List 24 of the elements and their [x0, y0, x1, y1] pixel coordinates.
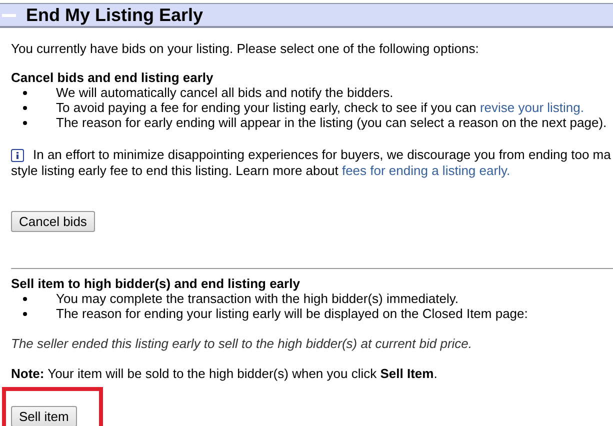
bullet-icon — [23, 91, 27, 95]
section-heading: Sell item to high bidder(s) and end listing early — [11, 276, 301, 291]
link[interactable]: revise your listing. — [480, 100, 584, 115]
bullet-icon — [23, 121, 27, 125]
bullet-icon — [23, 106, 27, 110]
action-button[interactable]: Cancel bids — [11, 211, 95, 232]
intro-text: You currently have bids on your listing. Please select one of the following options: — [11, 41, 480, 56]
note-text: Note: Your item will be sold to the high bidder(s) when you click Sell Item. — [11, 366, 438, 381]
info-icon — [11, 148, 24, 162]
action-button[interactable]: Sell item — [11, 406, 77, 426]
collapse-icon[interactable] — [2, 14, 16, 16]
bullet-text: You may complete the transaction with the high bidder(s) immediately. — [56, 291, 458, 306]
info-text: style listing early fee to end this listing. Learn more about fees for ending a listing early. — [11, 163, 512, 179]
bullet-text: The reason for ending your listing early will be displayed on the Closed Item page: — [56, 306, 528, 321]
bullet-text: We will automatically cancel all bids and notify the bidders. — [56, 85, 394, 100]
bullet-text: To avoid paying a fee for ending your listing early, check to see if you can revise your listing. — [56, 100, 584, 115]
quote-text: The seller ended this listing early to sell to the high bidder(s) at current bid price. — [11, 336, 474, 351]
bullet-icon — [23, 312, 27, 316]
link[interactable]: fees for ending a listing early. — [342, 163, 510, 178]
info-text: In an effort to minimize disappointing experiences for buyers, we discourage you from ending too ma — [33, 147, 611, 163]
section-heading: Cancel bids and end listing early — [11, 70, 214, 85]
page-title: End My Listing Early — [26, 4, 204, 27]
bullet-icon — [23, 297, 27, 301]
bullet-text: The reason for early ending will appear in the listing (you can select a reason on the next page). — [56, 115, 607, 130]
